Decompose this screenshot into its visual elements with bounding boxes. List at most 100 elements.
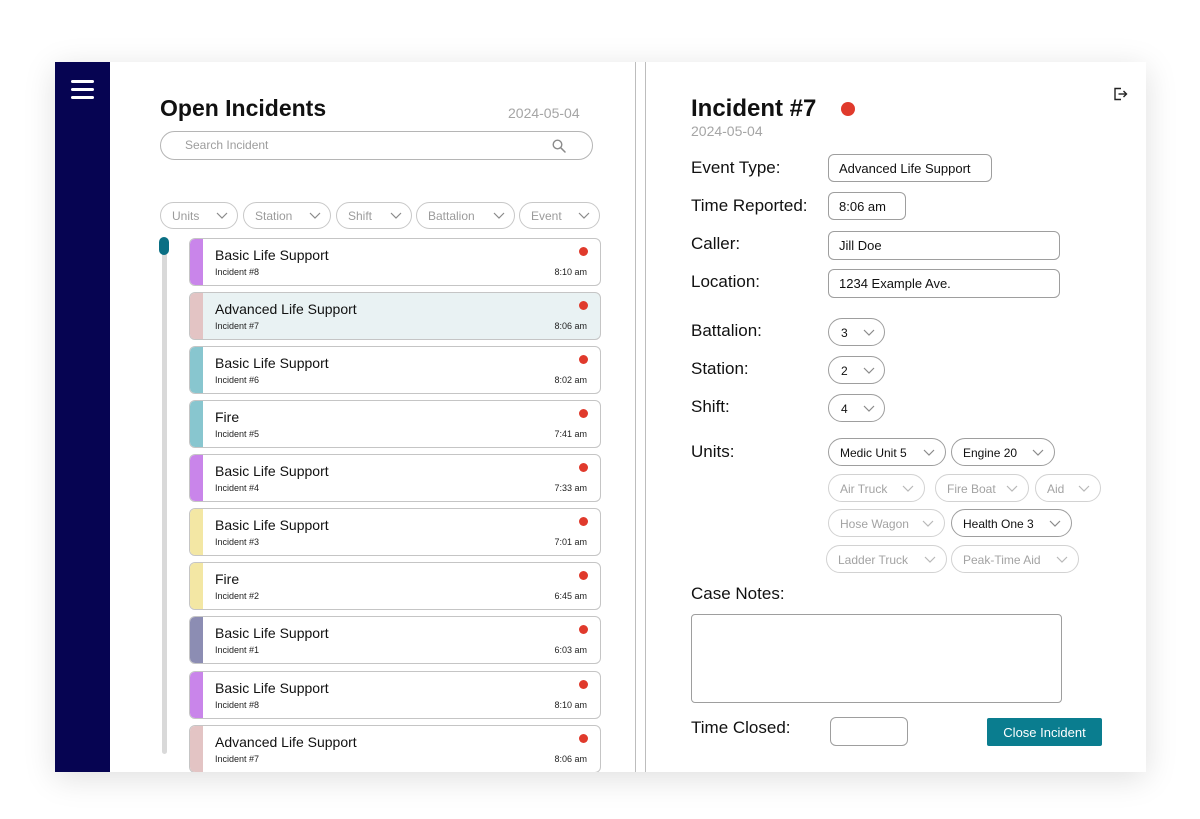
chevron-down-icon: [1056, 556, 1068, 563]
chevron-down-icon: [1049, 520, 1061, 527]
scrollbar-track[interactable]: [162, 238, 167, 754]
status-dot: [579, 301, 588, 310]
chevron-down-icon: [863, 367, 875, 374]
incident-number: Incident #7: [215, 754, 260, 764]
status-dot: [579, 625, 588, 634]
incident-card[interactable]: Basic Life Support Incident #1 6:03 am: [189, 616, 601, 664]
case-notes-label: Case Notes:: [691, 584, 785, 603]
category-color-bar: [190, 401, 203, 447]
filter-event[interactable]: Event: [519, 202, 600, 229]
event-type-field[interactable]: Advanced Life Support: [828, 154, 992, 182]
incident-type: Basic Life Support: [215, 355, 329, 371]
status-dot: [579, 734, 588, 743]
filter-battalion[interactable]: Battalion: [416, 202, 515, 229]
shift-select[interactable]: 4: [828, 394, 885, 422]
incident-card[interactable]: Basic Life Support Incident #6 8:02 am: [189, 346, 601, 394]
station-select[interactable]: 2: [828, 356, 885, 384]
category-color-bar: [190, 509, 203, 555]
unit-select[interactable]: Peak-Time Aid: [951, 545, 1079, 573]
incident-time: 6:45 am: [554, 591, 587, 601]
chevron-down-icon: [902, 485, 914, 492]
event-type-label: Event Type:: [691, 158, 781, 177]
incident-number: Incident #4: [215, 483, 260, 493]
unit-label: Health One 3: [963, 517, 1034, 531]
filter-label: Units: [172, 209, 200, 223]
time-closed-field[interactable]: [830, 717, 908, 746]
chevron-down-icon: [578, 212, 590, 219]
unit-label: Ladder Truck: [838, 553, 909, 567]
incident-card[interactable]: Advanced Life Support Incident #7 8:06 am: [189, 292, 601, 340]
incident-card[interactable]: Basic Life Support Incident #8 8:10 am: [189, 671, 601, 719]
incident-type: Basic Life Support: [215, 517, 329, 533]
hamburger-menu-icon[interactable]: [71, 80, 94, 100]
chevron-down-icon: [863, 329, 875, 336]
category-color-bar: [190, 455, 203, 501]
event-type-value: Advanced Life Support: [839, 161, 971, 176]
incident-type: Advanced Life Support: [215, 301, 357, 317]
location-label: Location:: [691, 272, 760, 291]
chevron-down-icon: [1006, 485, 1018, 492]
filter-station[interactable]: Station: [243, 202, 331, 229]
incident-time: 7:41 am: [554, 429, 587, 439]
unit-label: Medic Unit 5: [840, 446, 907, 460]
category-color-bar: [190, 672, 203, 718]
caller-label: Caller:: [691, 234, 741, 253]
battalion-select[interactable]: 3: [828, 318, 885, 346]
unit-select[interactable]: Engine 20: [951, 438, 1055, 466]
app-window: Open Incidents 2024-05-04 Units Station …: [55, 62, 1146, 772]
unit-label: Peak-Time Aid: [963, 553, 1041, 567]
incident-title: Incident #7: [691, 95, 817, 122]
search-icon[interactable]: [552, 139, 566, 153]
incident-card[interactable]: Basic Life Support Incident #3 7:01 am: [189, 508, 601, 556]
category-color-bar: [190, 239, 203, 285]
time-closed-label: Time Closed:: [691, 718, 791, 737]
incident-time: 8:10 am: [554, 267, 587, 277]
shift-label: Shift:: [691, 397, 730, 416]
scrollbar-thumb[interactable]: [159, 237, 169, 255]
unit-select[interactable]: Ladder Truck: [826, 545, 947, 573]
battalion-value: 3: [841, 326, 848, 340]
unit-select[interactable]: Medic Unit 5: [828, 438, 946, 466]
filter-label: Station: [255, 209, 293, 223]
unit-select[interactable]: Fire Boat: [935, 474, 1029, 502]
search-bar[interactable]: [160, 131, 593, 160]
unit-select[interactable]: Air Truck: [828, 474, 925, 502]
incident-time: 8:06 am: [554, 754, 587, 764]
case-notes-field[interactable]: [691, 614, 1062, 703]
category-color-bar: [190, 563, 203, 609]
logout-icon[interactable]: [1112, 86, 1128, 102]
category-color-bar: [190, 347, 203, 393]
incident-number: Incident #2: [215, 591, 260, 601]
sidebar: [55, 62, 110, 772]
incident-card[interactable]: Basic Life Support Incident #4 7:33 am: [189, 454, 601, 502]
chevron-down-icon: [216, 212, 228, 219]
status-dot: [579, 355, 588, 364]
unit-select[interactable]: Health One 3: [951, 509, 1072, 537]
unit-select[interactable]: Hose Wagon: [828, 509, 945, 537]
unit-label: Aid: [1047, 482, 1065, 496]
filter-units[interactable]: Units: [160, 202, 238, 229]
filter-label: Event: [531, 209, 562, 223]
incident-card[interactable]: Advanced Life Support Incident #7 8:06 am: [189, 725, 601, 772]
chevron-down-icon: [863, 405, 875, 412]
list-date: 2024-05-04: [508, 105, 580, 121]
close-incident-button[interactable]: Close Incident: [987, 718, 1102, 746]
incident-card[interactable]: Fire Incident #5 7:41 am: [189, 400, 601, 448]
filter-label: Battalion: [428, 209, 475, 223]
unit-select[interactable]: Aid: [1035, 474, 1101, 502]
chevron-down-icon: [922, 520, 934, 527]
incident-type: Advanced Life Support: [215, 734, 357, 750]
incident-card[interactable]: Basic Life Support Incident #8 8:10 am: [189, 238, 601, 286]
incident-number: Incident #6: [215, 375, 260, 385]
time-reported-field[interactable]: 8:06 am: [828, 192, 906, 220]
caller-field[interactable]: Jill Doe: [828, 231, 1060, 260]
unit-label: Air Truck: [840, 482, 888, 496]
category-color-bar: [190, 726, 203, 772]
search-input[interactable]: [185, 138, 545, 152]
location-field[interactable]: 1234 Example Ave.: [828, 269, 1060, 298]
panel-divider: [645, 62, 646, 772]
incident-card[interactable]: Fire Incident #2 6:45 am: [189, 562, 601, 610]
category-color-bar: [190, 293, 203, 339]
station-value: 2: [841, 364, 848, 378]
filter-shift[interactable]: Shift: [336, 202, 412, 229]
